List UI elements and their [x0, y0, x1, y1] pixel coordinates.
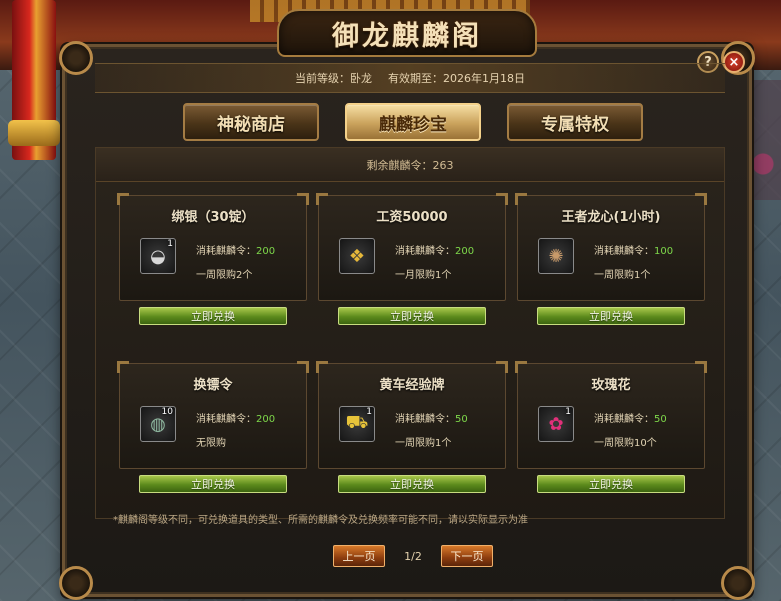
item-cost: 消耗麒麟令：200: [196, 246, 276, 257]
item-cost: 消耗麒麟令：50: [395, 414, 468, 425]
current-level: 当前等级：卧龙: [295, 72, 372, 85]
exchange-button[interactable]: 立即兑换: [139, 475, 287, 493]
item-name: 王者龙心(1小时): [561, 210, 661, 225]
red-pillar: [8, 0, 60, 160]
item-name: 换镖令: [193, 378, 233, 393]
item-cost: 消耗麒麟令：200: [395, 246, 475, 257]
item-limit: 一周限购1个: [594, 270, 651, 281]
remaining-tokens: 剩余麒麟令：263: [96, 148, 724, 182]
item-card: 王者龙心(1小时) ✺ 消耗麒麟令：100 一周限购1个: [515, 193, 707, 301]
item-cost: 消耗麒麟令：200: [196, 414, 276, 425]
yellow-cart-icon[interactable]: ⛟ 1: [339, 406, 375, 442]
silver-ingot-icon[interactable]: ◒ 1: [140, 238, 176, 274]
tab-mystery-shop[interactable]: 神秘商店: [183, 103, 319, 141]
item-limit: 无限购: [196, 438, 226, 449]
prev-page-button[interactable]: 上一页: [333, 545, 385, 567]
item-card: 黄车经验牌 ⛟ 1 消耗麒麟令：50 一周限购1个: [316, 361, 508, 469]
exchange-button[interactable]: 立即兑换: [338, 475, 486, 493]
item-quantity: 10: [161, 407, 173, 417]
item-quantity: 1: [366, 407, 372, 417]
jade-token-icon[interactable]: ◍ 10: [140, 406, 176, 442]
item-name: 绑银（30锭）: [171, 210, 255, 225]
item-cost: 消耗麒麟令：50: [594, 414, 667, 425]
item-cost: 消耗麒麟令：100: [594, 246, 674, 257]
exchange-button[interactable]: 立即兑换: [139, 307, 287, 325]
pagination: 上一页 1/2 下一页: [333, 544, 493, 568]
dragon-heart-icon[interactable]: ✺: [538, 238, 574, 274]
tab-bar: 神秘商店 麒麟珍宝 专属特权: [183, 103, 643, 143]
title-plaque: 御龙麒麟阁: [277, 9, 537, 57]
disclaimer-note: *麒麟阁等级不同，可兑换道具的类型、所需的麒麟令及兑换频率可能不同，请以实际显示…: [113, 515, 528, 526]
expiry-date: 有效期至：2026年1月18日: [388, 72, 525, 85]
page-indicator: 1/2: [404, 549, 422, 563]
item-limit: 一周限购10个: [594, 438, 657, 449]
close-icon: ×: [728, 54, 740, 70]
item-quantity: 1: [167, 239, 173, 249]
item-card: 绑银（30锭） ◒ 1 消耗麒麟令：200 一周限购2个: [117, 193, 309, 301]
item-limit: 一月限购1个: [395, 270, 452, 281]
exchange-button[interactable]: 立即兑换: [537, 475, 685, 493]
info-bar: 当前等级：卧龙 有效期至：2026年1月18日: [95, 63, 725, 93]
frame-corner-ornament: [721, 566, 755, 600]
dialog-title: 御龙麒麟阁: [332, 20, 482, 52]
item-name: 工资50000: [376, 210, 448, 225]
item-name: 黄车经验牌: [379, 378, 445, 393]
frame-corner-ornament: [59, 566, 93, 600]
item-limit: 一周限购1个: [395, 438, 452, 449]
exchange-button[interactable]: 立即兑换: [338, 307, 486, 325]
exchange-button[interactable]: 立即兑换: [537, 307, 685, 325]
frame-corner-ornament: [59, 41, 93, 75]
gold-pile-icon[interactable]: ❖: [339, 238, 375, 274]
item-card: 工资50000 ❖ 消耗麒麟令：200 一月限购1个: [316, 193, 508, 301]
rose-icon[interactable]: ✿ 1: [538, 406, 574, 442]
tab-exclusive-privileges[interactable]: 专属特权: [507, 103, 643, 141]
tab-qilin-treasures[interactable]: 麒麟珍宝: [345, 103, 481, 141]
qilin-pavilion-dialog: 御龙麒麟阁 ? × 当前等级：卧龙 有效期至：2026年1月18日 神秘商店 麒…: [59, 9, 755, 600]
next-page-button[interactable]: 下一页: [441, 545, 493, 567]
close-button[interactable]: ×: [723, 51, 745, 73]
item-name: 玫瑰花: [591, 378, 631, 393]
item-card: 换镖令 ◍ 10 消耗麒麟令：200 无限购: [117, 361, 309, 469]
item-quantity: 1: [565, 407, 571, 417]
item-limit: 一周限购2个: [196, 270, 253, 281]
item-card: 玫瑰花 ✿ 1 消耗麒麟令：50 一周限购10个: [515, 361, 707, 469]
